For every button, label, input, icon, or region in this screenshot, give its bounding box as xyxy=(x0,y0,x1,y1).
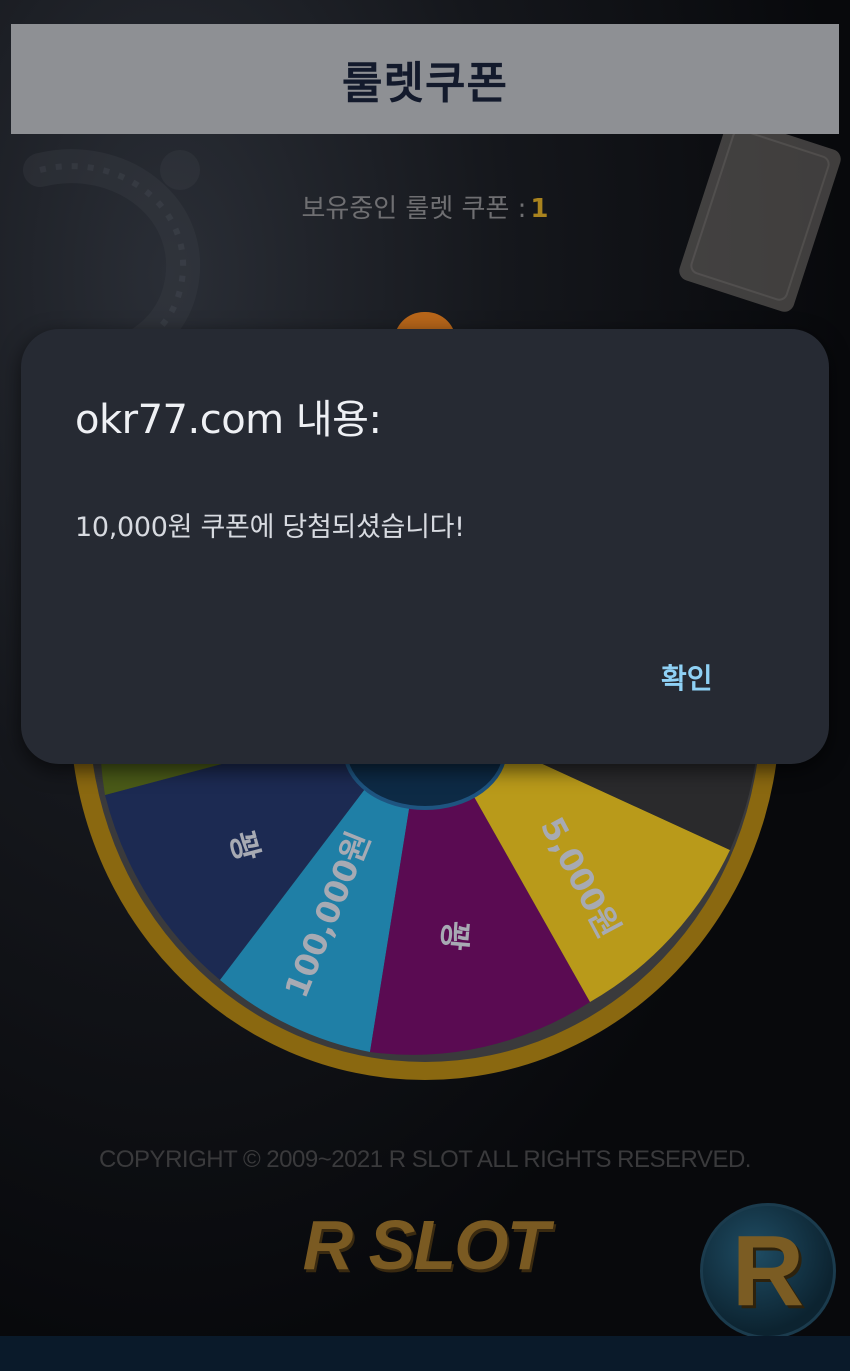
dialog-message: 10,000원 쿠폰에 당첨되셨습니다! xyxy=(75,512,465,543)
page-title: 룰렛쿠폰 xyxy=(342,58,508,109)
coupon-count-label: 보유중인 룰렛 쿠폰 : xyxy=(301,194,527,224)
bottom-bar xyxy=(0,1336,850,1371)
wheel-segment-label: 꽝 xyxy=(434,919,474,952)
r-badge-letter: R xyxy=(731,1214,805,1327)
coupon-count-value: 1 xyxy=(530,194,549,224)
r-badge-button[interactable]: R xyxy=(700,1203,836,1339)
dialog-title: okr77.com 내용: xyxy=(75,397,382,443)
alert-dialog: okr77.com 내용: 10,000원 쿠폰에 당첨되셨습니다! 확인 xyxy=(21,329,829,764)
confirm-button[interactable]: 확인 xyxy=(649,649,725,705)
coupon-count-line: 보유중인 룰렛 쿠폰 :1 xyxy=(0,188,850,225)
page-header: 룰렛쿠폰 xyxy=(11,24,839,134)
copyright-text: COPYRIGHT © 2009~2021 R SLOT ALL RIGHTS … xyxy=(99,1146,751,1173)
